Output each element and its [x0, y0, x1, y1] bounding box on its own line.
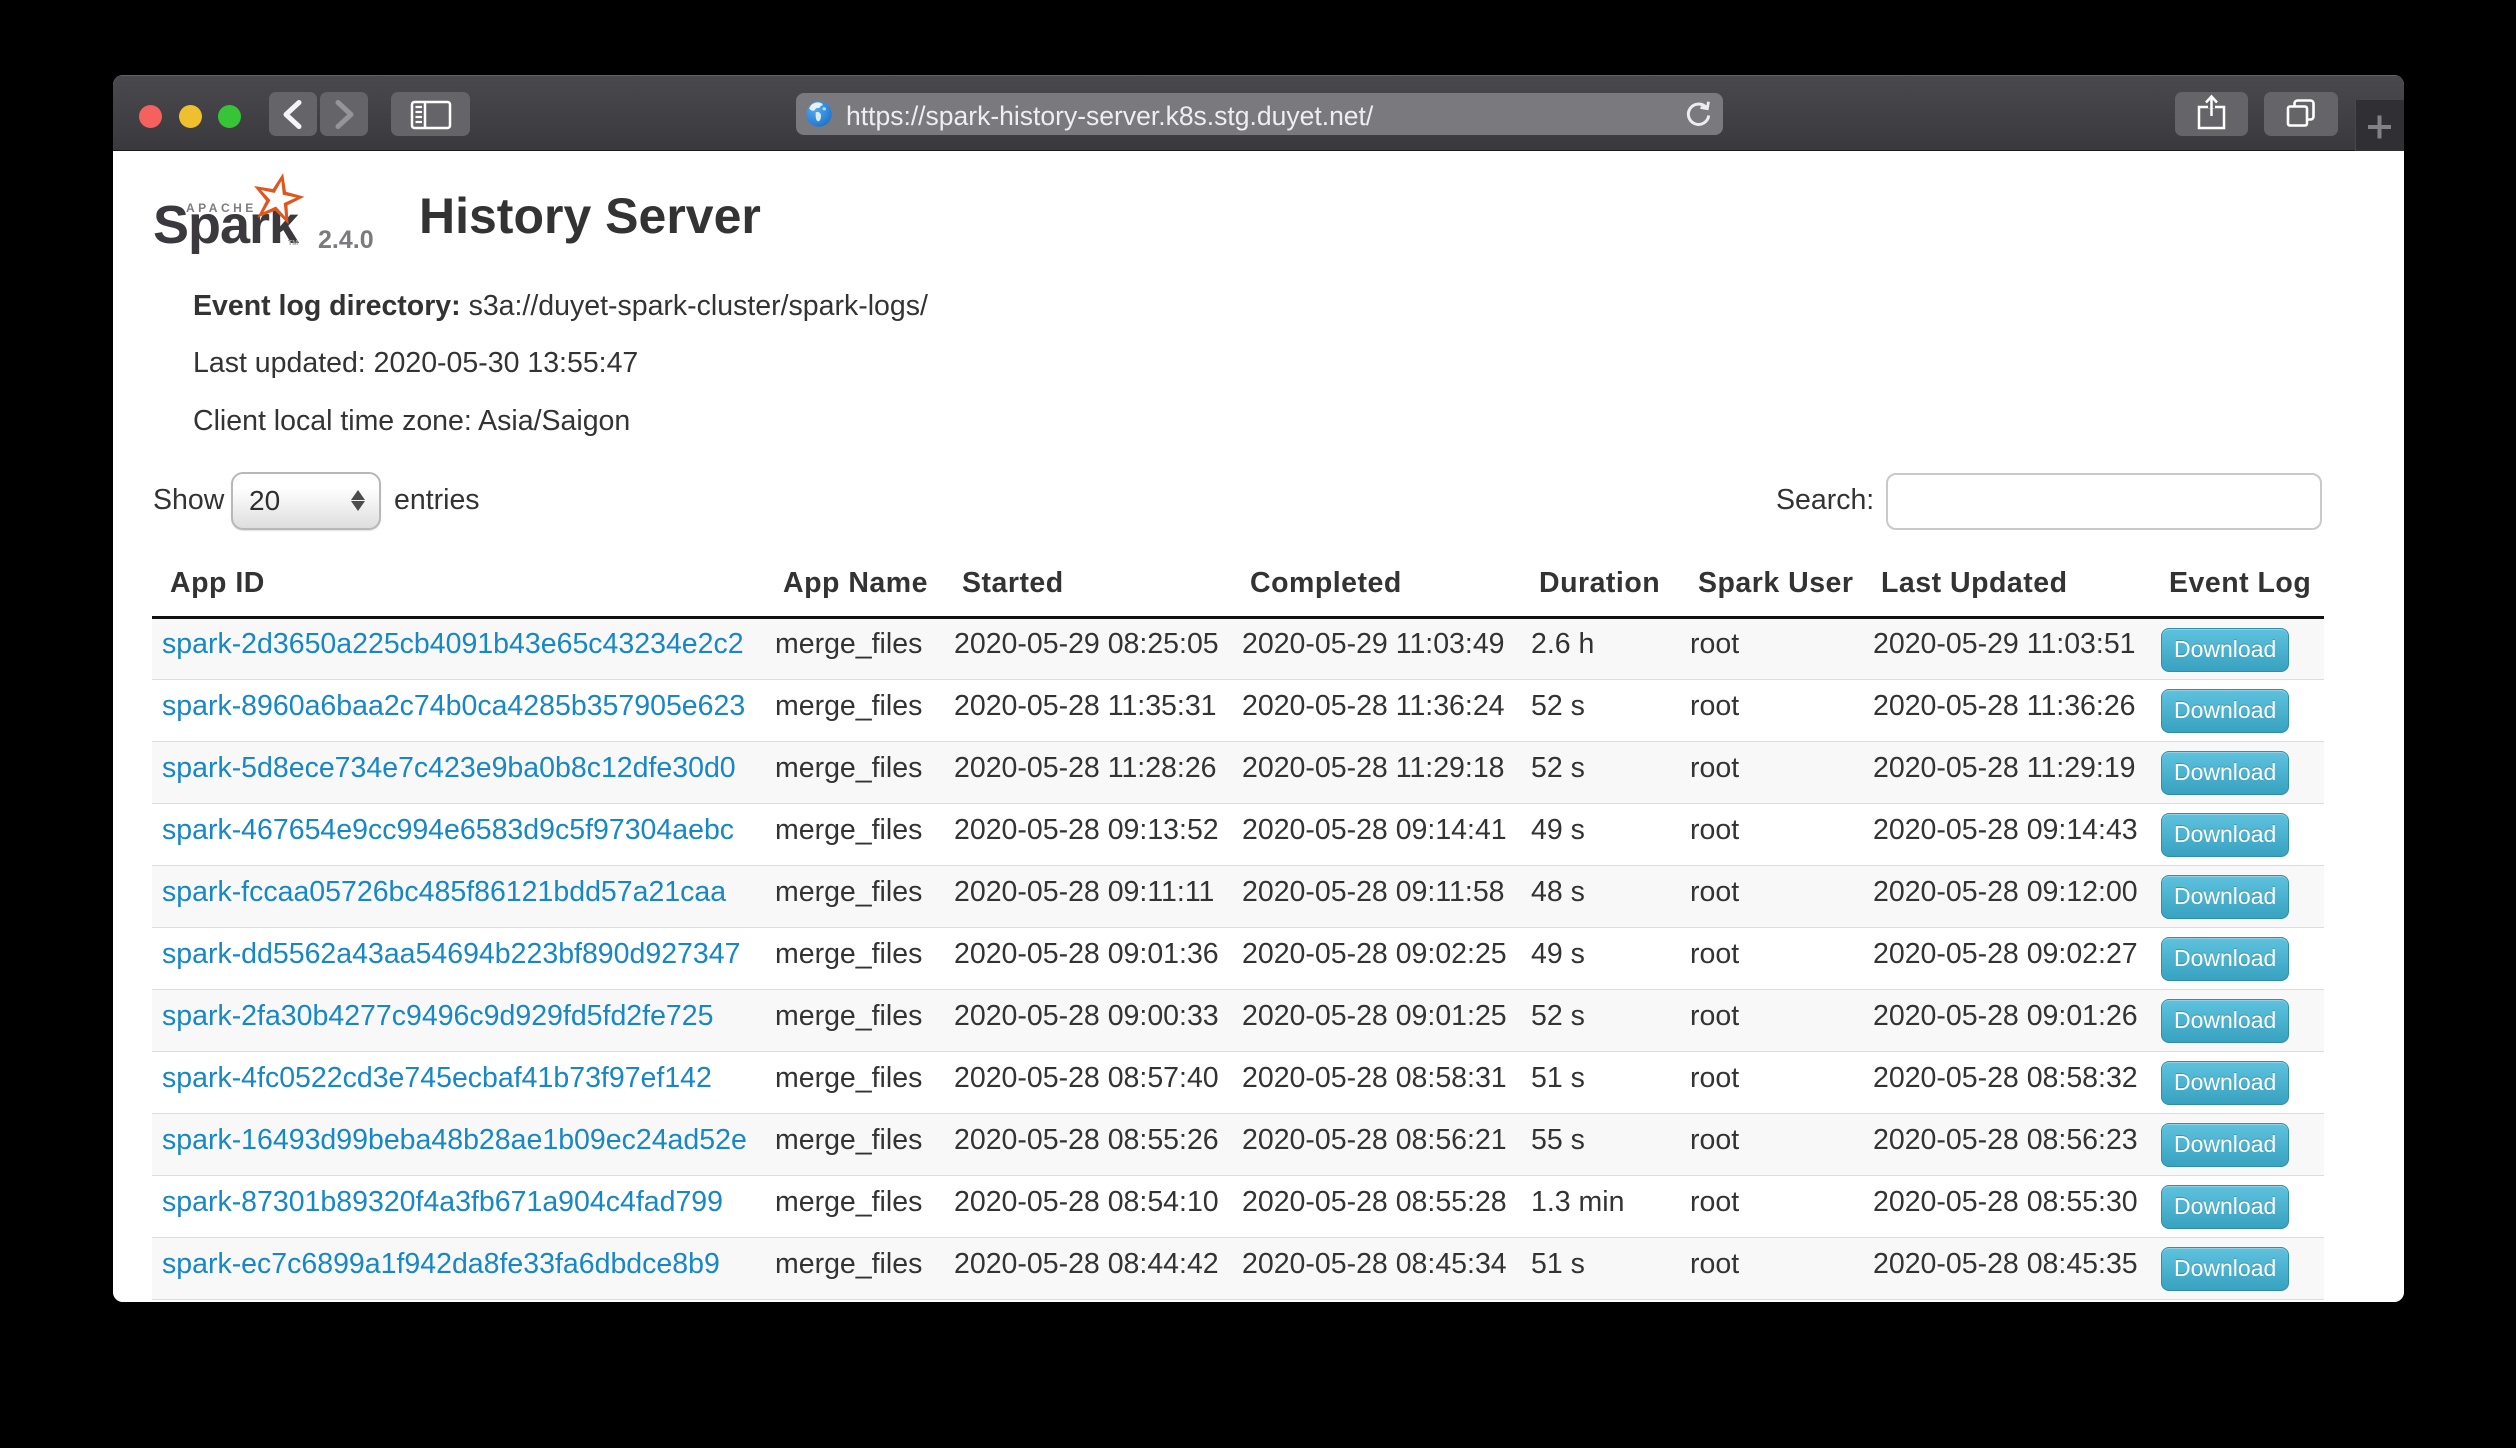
svg-text:APACHE: APACHE: [186, 201, 257, 215]
svg-text:TM: TM: [288, 240, 298, 247]
